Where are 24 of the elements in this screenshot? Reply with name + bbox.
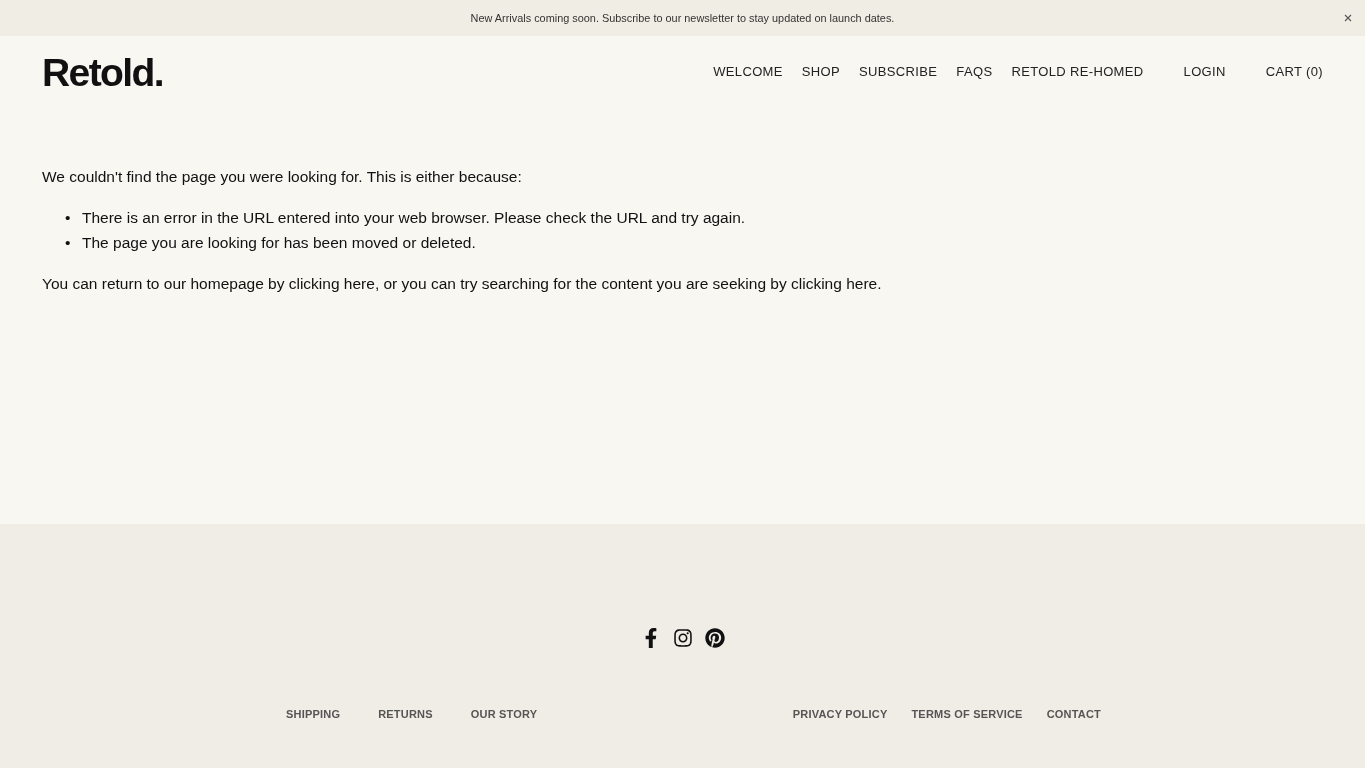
list-bullet: • [65, 232, 71, 253]
footer-link[interactable]: RETURNS [378, 708, 433, 720]
nav-link[interactable]: RETOLD RE-HOMED [1011, 63, 1144, 79]
close-icon[interactable] [1343, 13, 1353, 23]
announcement-text: New Arrivals coming soon. Subscribe to our newsletter to stay updated on launch dates. [470, 12, 895, 24]
followup-text: You can return to our homepage by clicking here, or you can try searching for the content you are seeking by clicking here. [42, 274, 883, 295]
cart-link[interactable]: CART (0) [1265, 63, 1323, 79]
login-link[interactable]: LOGIN [1183, 63, 1226, 79]
footer-link[interactable]: CONTACT [1046, 708, 1101, 720]
logo[interactable]: Retold. [42, 52, 163, 92]
footer-link[interactable]: PRIVACY POLICY [792, 708, 888, 720]
nav-link[interactable]: SUBSCRIBE [859, 63, 938, 79]
footer-link[interactable]: OUR STORY [470, 708, 538, 720]
pinterest-icon[interactable] [704, 628, 725, 648]
reason-text: The page you are looking for has been moved or deleted. [82, 232, 476, 253]
nav-link[interactable]: FAQS [956, 63, 993, 79]
reason-text: There is an error in the URL entered into your web browser. Please check the URL and try again. [82, 207, 746, 228]
list-bullet: • [65, 207, 71, 228]
footer-link[interactable]: SHIPPING [286, 708, 341, 720]
intro-text: We couldn't find the page you were looking for. This is either because: [42, 167, 523, 187]
instagram-icon[interactable] [672, 628, 693, 648]
nav-link[interactable]: WELCOME [713, 63, 783, 79]
footer-link[interactable]: TERMS OF SERVICE [911, 708, 1023, 720]
nav-link[interactable]: SHOP [801, 63, 841, 79]
